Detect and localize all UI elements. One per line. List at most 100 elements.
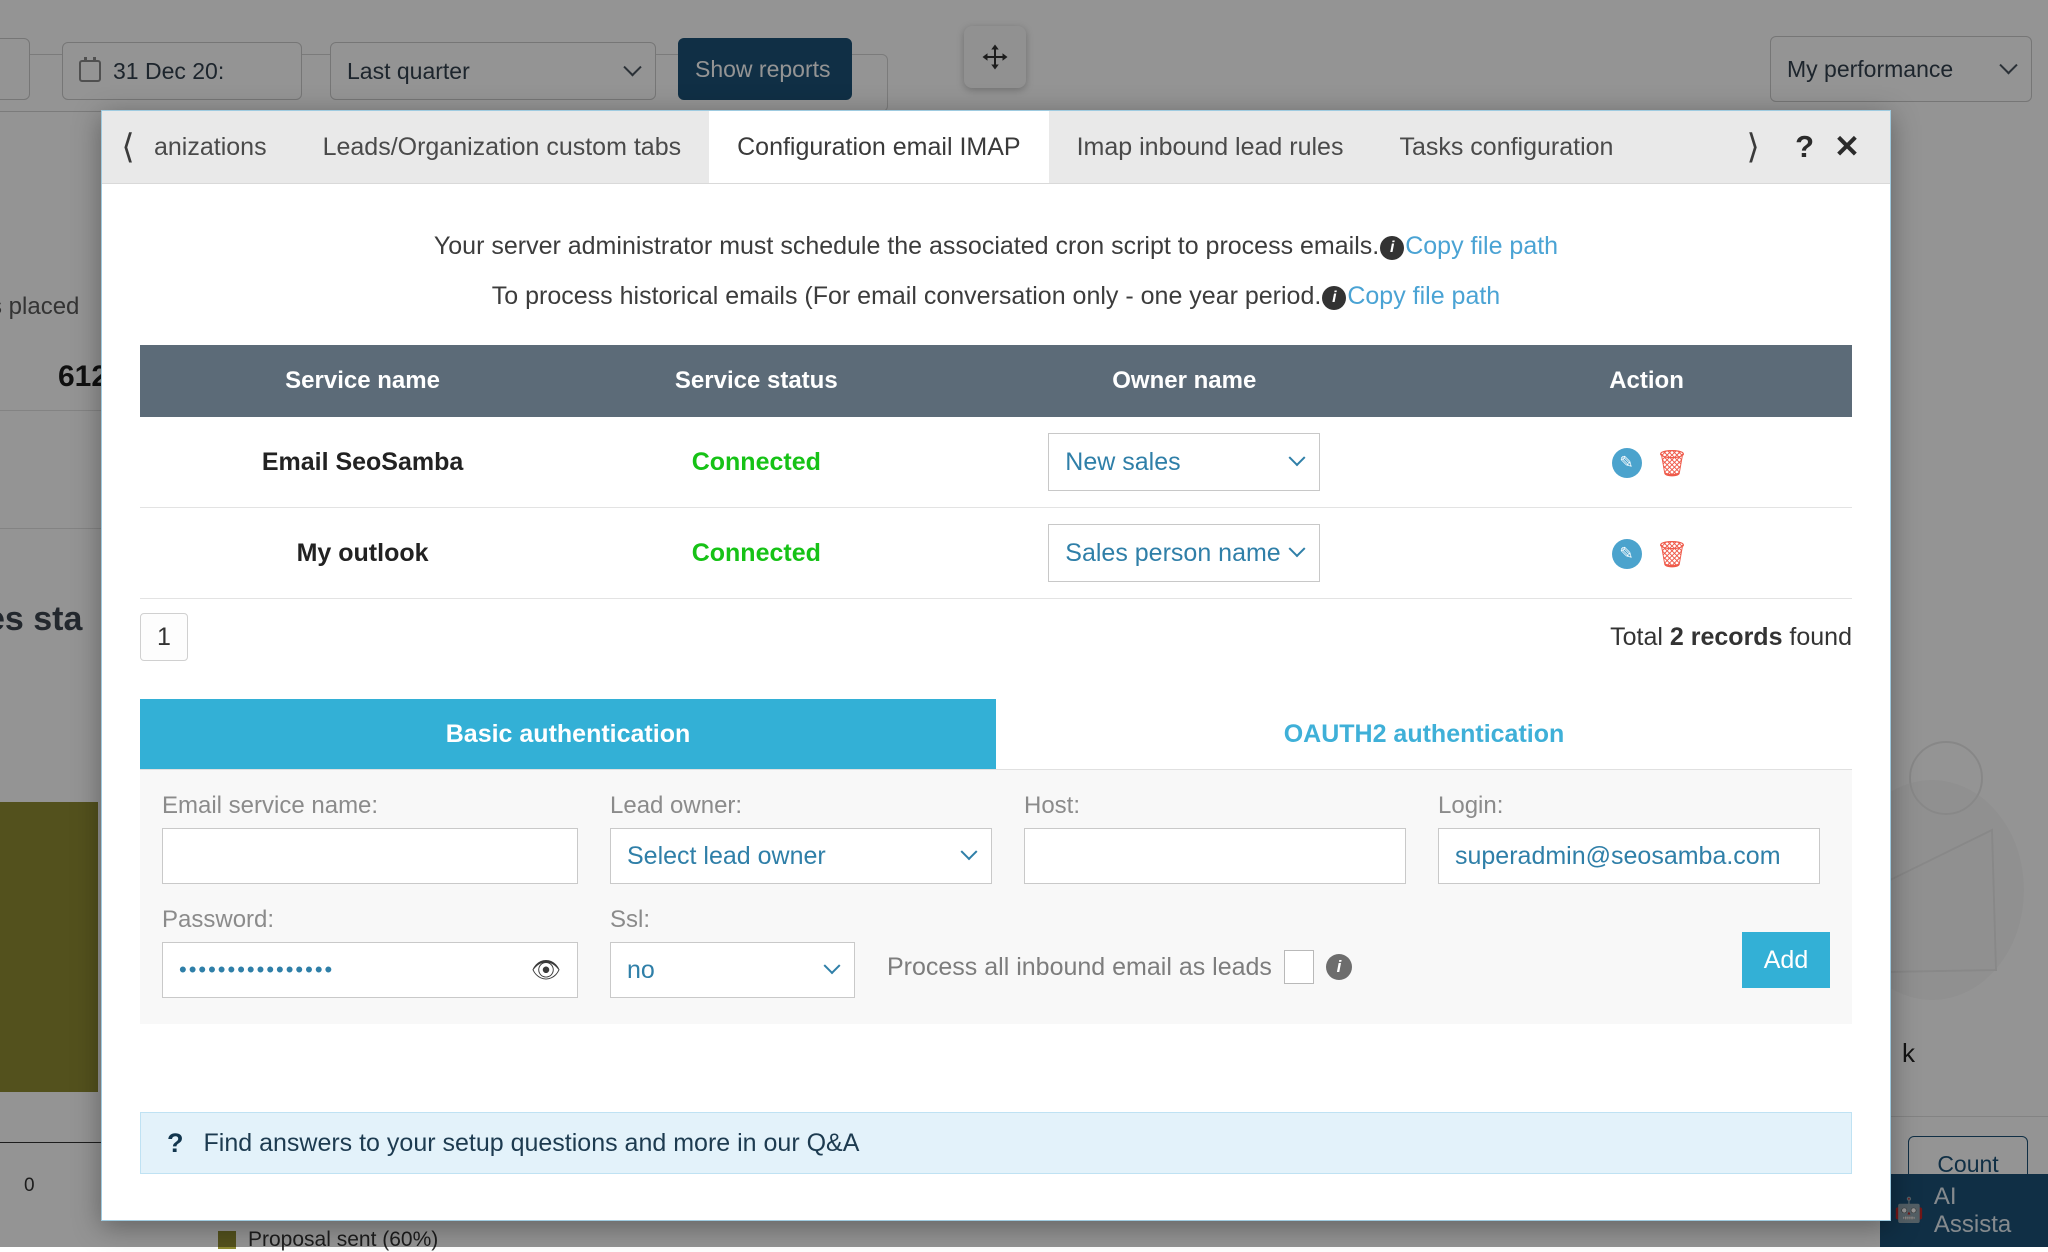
field-ssl: Ssl: no bbox=[610, 906, 855, 998]
basic-auth-form: Email service name: Lead owner: Select l… bbox=[140, 770, 1852, 1024]
host-input[interactable] bbox=[1024, 828, 1406, 884]
tab-label: Basic authentication bbox=[446, 720, 691, 749]
table-row: Email SeoSamba Connected New sales ✎ 🗑 bbox=[140, 417, 1852, 508]
cell-service-name: Email SeoSamba bbox=[140, 417, 585, 508]
tab-label: Tasks configuration bbox=[1399, 133, 1613, 162]
tab-label: anizations bbox=[154, 133, 267, 162]
cell-owner-name: New sales bbox=[928, 417, 1442, 508]
select-value: no bbox=[627, 956, 655, 985]
info-icon[interactable]: i bbox=[1380, 236, 1404, 260]
tab-tasks-configuration[interactable]: Tasks configuration bbox=[1371, 111, 1641, 183]
tab-bar-controls: ⟩ ? ✕ bbox=[1727, 111, 1890, 183]
edit-icon[interactable]: ✎ bbox=[1612, 448, 1642, 478]
copy-file-path-link[interactable]: Copy file path bbox=[1405, 232, 1558, 260]
records-suffix: found bbox=[1782, 623, 1852, 651]
field-label: Password: bbox=[162, 906, 578, 934]
info-icon[interactable]: i bbox=[1326, 954, 1352, 980]
email-service-name-input[interactable] bbox=[162, 828, 578, 884]
process-inbound-checkbox[interactable] bbox=[1284, 950, 1314, 984]
qa-help-bar[interactable]: ? Find answers to your setup questions a… bbox=[140, 1112, 1852, 1174]
table-row: My outlook Connected Sales person name ✎… bbox=[140, 508, 1852, 599]
field-email-service-name: Email service name: bbox=[162, 792, 578, 884]
page-number-1[interactable]: 1 bbox=[140, 613, 188, 661]
modal-body: Your server administrator must schedule … bbox=[102, 184, 1890, 1220]
row-actions: ✎ 🗑 bbox=[1612, 448, 1682, 478]
records-count: 2 records bbox=[1670, 623, 1783, 651]
tab-basic-authentication[interactable]: Basic authentication bbox=[140, 699, 996, 769]
tabs-prev-arrow[interactable]: ⟨ bbox=[102, 111, 154, 183]
question-mark-icon: ? bbox=[167, 1128, 184, 1159]
field-label: Lead owner: bbox=[610, 792, 992, 820]
tab-configuration-email-imap[interactable]: Configuration email IMAP bbox=[709, 111, 1048, 183]
info-icon[interactable]: i bbox=[1322, 286, 1346, 310]
auth-method-tabs: Basic authentication OAUTH2 authenticati… bbox=[140, 699, 1852, 770]
add-button-label: Add bbox=[1764, 946, 1808, 975]
process-inbound-label: Process all inbound email as leads bbox=[887, 953, 1272, 982]
column-header-service-name: Service name bbox=[140, 345, 585, 417]
tab-label: Imap inbound lead rules bbox=[1077, 133, 1344, 162]
qa-help-text: Find answers to your setup questions and… bbox=[204, 1129, 860, 1158]
column-header-service-status: Service status bbox=[585, 345, 927, 417]
cron-notice-text: Your server administrator must schedule … bbox=[434, 232, 1379, 260]
select-value: Select lead owner bbox=[627, 842, 826, 871]
field-label: Ssl: bbox=[610, 906, 855, 934]
owner-select-value: New sales bbox=[1065, 448, 1180, 477]
owner-select-value: Sales person name bbox=[1065, 539, 1280, 568]
password-input[interactable]: •••••••••••••••• 👁 bbox=[162, 942, 578, 998]
historical-notice: To process historical emails (For email … bbox=[140, 278, 1852, 316]
cell-service-status: Connected bbox=[585, 508, 927, 599]
form-row-2: Password: •••••••••••••••• 👁 Ssl: no Pro… bbox=[162, 906, 1830, 998]
field-lead-owner: Lead owner: Select lead owner bbox=[610, 792, 992, 884]
process-inbound-row: Process all inbound email as leads i bbox=[887, 950, 1352, 984]
imap-configuration-modal: ⟨ anizations Leads/Organization custom t… bbox=[101, 110, 1891, 1221]
help-icon[interactable]: ? bbox=[1779, 129, 1830, 165]
field-label: Email service name: bbox=[162, 792, 578, 820]
tab-label: Configuration email IMAP bbox=[737, 133, 1020, 162]
field-label: Login: bbox=[1438, 792, 1820, 820]
chevron-down-icon bbox=[1289, 540, 1306, 557]
chevron-down-icon bbox=[961, 843, 978, 860]
tab-label: Leads/Organization custom tabs bbox=[323, 133, 682, 162]
cell-action: ✎ 🗑 bbox=[1441, 508, 1852, 599]
owner-select[interactable]: Sales person name bbox=[1048, 524, 1320, 582]
tab-imap-inbound-lead-rules[interactable]: Imap inbound lead rules bbox=[1049, 111, 1372, 183]
records-total: Total 2 records found bbox=[1610, 623, 1852, 652]
lead-owner-select[interactable]: Select lead owner bbox=[610, 828, 992, 884]
cron-notice: Your server administrator must schedule … bbox=[140, 228, 1852, 266]
add-button[interactable]: Add bbox=[1742, 932, 1830, 988]
copy-file-path-link[interactable]: Copy file path bbox=[1347, 282, 1500, 310]
field-password: Password: •••••••••••••••• 👁 bbox=[162, 906, 578, 998]
column-header-action: Action bbox=[1441, 345, 1852, 417]
owner-select[interactable]: New sales bbox=[1048, 433, 1320, 491]
column-header-owner-name: Owner name bbox=[928, 345, 1442, 417]
field-label: Host: bbox=[1024, 792, 1406, 820]
records-prefix: Total bbox=[1610, 623, 1670, 651]
chevron-down-icon bbox=[1289, 449, 1306, 466]
ssl-select[interactable]: no bbox=[610, 942, 855, 998]
field-login: Login: superadmin@seosamba.com bbox=[1438, 792, 1820, 884]
login-input[interactable]: superadmin@seosamba.com bbox=[1438, 828, 1820, 884]
tab-label: OAUTH2 authentication bbox=[1284, 720, 1565, 749]
tabs-next-arrow[interactable]: ⟩ bbox=[1727, 127, 1779, 167]
cell-service-status: Connected bbox=[585, 417, 927, 508]
chevron-down-icon bbox=[824, 957, 841, 974]
field-host: Host: bbox=[1024, 792, 1406, 884]
input-value: •••••••••••••••• bbox=[179, 957, 334, 983]
services-table: Service name Service status Owner name A… bbox=[140, 345, 1852, 599]
trash-icon[interactable]: 🗑 bbox=[1656, 539, 1682, 569]
eye-icon[interactable]: 👁 bbox=[531, 959, 561, 981]
tab-oauth2-authentication[interactable]: OAUTH2 authentication bbox=[996, 699, 1852, 769]
form-row-1: Email service name: Lead owner: Select l… bbox=[162, 792, 1830, 884]
tab-organizations[interactable]: anizations bbox=[154, 111, 295, 183]
historical-notice-text: To process historical emails (For email … bbox=[492, 282, 1322, 310]
edit-icon[interactable]: ✎ bbox=[1612, 539, 1642, 569]
table-header-row: Service name Service status Owner name A… bbox=[140, 345, 1852, 417]
pagination-row: 1 Total 2 records found bbox=[140, 613, 1852, 661]
close-icon[interactable]: ✕ bbox=[1830, 129, 1868, 165]
cell-service-name: My outlook bbox=[140, 508, 585, 599]
cell-action: ✎ 🗑 bbox=[1441, 417, 1852, 508]
modal-tab-bar: ⟨ anizations Leads/Organization custom t… bbox=[102, 111, 1890, 184]
cell-owner-name: Sales person name bbox=[928, 508, 1442, 599]
trash-icon[interactable]: 🗑 bbox=[1656, 448, 1682, 478]
tab-leads-organization-custom-tabs[interactable]: Leads/Organization custom tabs bbox=[295, 111, 710, 183]
